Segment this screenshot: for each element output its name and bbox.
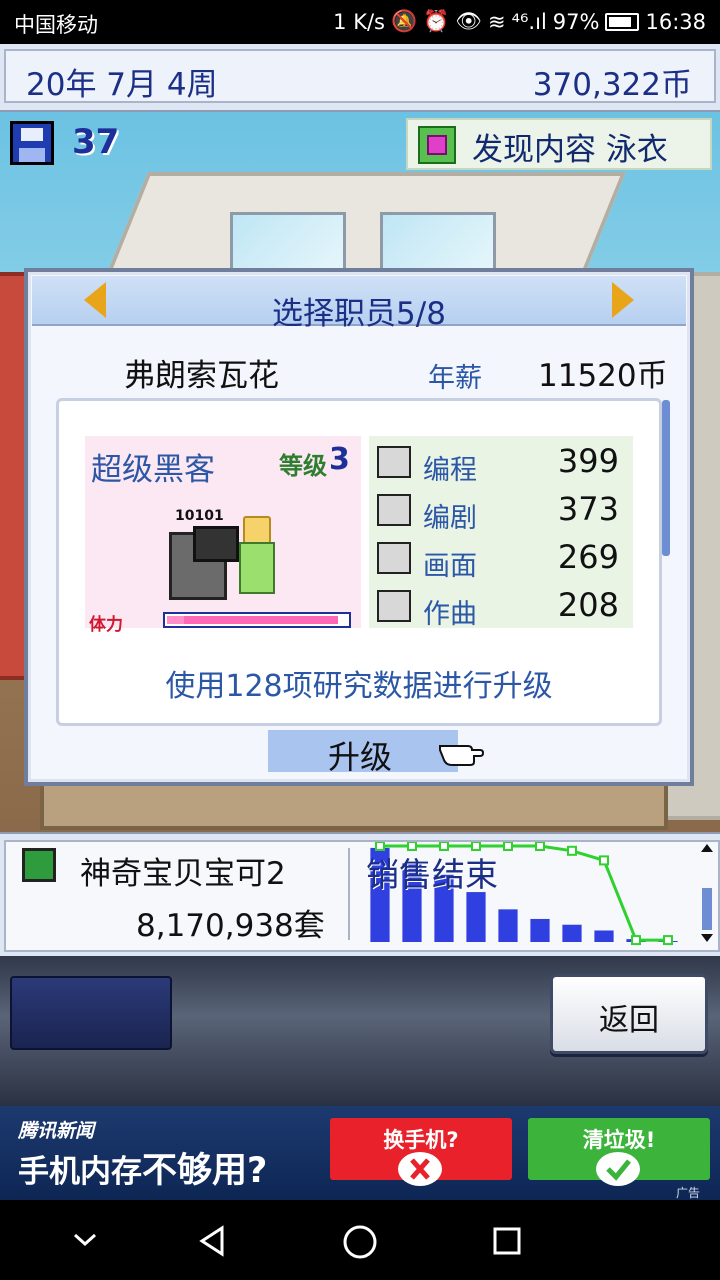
alarm-icon: ⏰ bbox=[423, 9, 450, 33]
select-staff-dialog: 选择职员5/8 弗朗索瓦花 年薪 11520币 超级黑客 等级 3 10101 … bbox=[24, 268, 694, 786]
blank-menu-button[interactable] bbox=[10, 976, 172, 1050]
game-date: 20年 7月 4周 bbox=[26, 67, 218, 103]
mute-icon: 🔕 bbox=[391, 9, 418, 33]
stat-value: 208 bbox=[557, 586, 619, 624]
upgrade-note: 使用128项研究数据进行升级 bbox=[165, 669, 553, 704]
monitor-icon bbox=[193, 526, 239, 562]
staff-avatar bbox=[235, 516, 275, 596]
money-display: 370,322币 bbox=[532, 67, 692, 103]
game-sales-units: 8,170,938套 bbox=[136, 908, 325, 944]
level-label: 等级 bbox=[279, 452, 327, 480]
sales-line-point bbox=[599, 855, 609, 866]
sales-bar bbox=[530, 918, 550, 942]
stat-label: 作曲 bbox=[423, 599, 477, 630]
binary-text: 10101 bbox=[175, 508, 224, 524]
check-icon bbox=[596, 1152, 640, 1186]
close-x-icon bbox=[398, 1152, 442, 1186]
staff-name: 弗朗索瓦花 bbox=[124, 358, 279, 394]
status-icons: 1 K/s 🔕 ⏰ 👁 ≋ ⁴⁶.ıl 97% 16:38 bbox=[333, 9, 706, 34]
game-title: 神奇宝贝宝可2 bbox=[80, 856, 286, 892]
ad-button2-label: 清垃圾! bbox=[582, 1128, 656, 1152]
upgrade-button[interactable]: 升级 bbox=[268, 730, 458, 776]
carrier-label: 中国移动 bbox=[14, 13, 98, 37]
sales-bar bbox=[594, 930, 614, 942]
panel-scrollbar[interactable] bbox=[662, 400, 670, 556]
back-button-label: 返回 bbox=[599, 1003, 659, 1038]
computer-icon bbox=[377, 446, 411, 478]
salary-label: 年薪 bbox=[428, 363, 482, 394]
salary-value: 11520币 bbox=[538, 358, 668, 394]
stat-row: 画面 269 bbox=[373, 536, 631, 582]
ad-headline-prefix: 手机内存 bbox=[18, 1154, 142, 1190]
sales-status-label: 销售结束 bbox=[366, 855, 498, 894]
save-count: 37 bbox=[72, 122, 120, 162]
battery-icon bbox=[605, 12, 640, 31]
ad-headline: 手机内存不够用? bbox=[18, 1142, 267, 1193]
stamina-label: 体力 bbox=[89, 615, 123, 635]
sales-bar bbox=[562, 924, 582, 942]
net-speed: 1 K/s bbox=[333, 9, 385, 34]
sales-line-point bbox=[535, 842, 545, 851]
ad-clean-button[interactable]: 清垃圾! bbox=[528, 1118, 710, 1186]
discovery-banner: 发现内容 泳衣 bbox=[406, 118, 712, 170]
home-circle-icon[interactable] bbox=[342, 1224, 378, 1260]
sales-line-point bbox=[503, 842, 513, 851]
gem-icon bbox=[418, 126, 456, 164]
stamina-fill bbox=[167, 616, 338, 624]
sales-scrollbar[interactable] bbox=[698, 842, 716, 944]
job-card: 超级黑客 等级 3 10101 体力 bbox=[85, 436, 361, 635]
book-icon bbox=[377, 494, 411, 526]
ad-button1-label: 换手机? bbox=[383, 1128, 459, 1152]
sales-bar bbox=[498, 909, 518, 942]
sales-line-point bbox=[631, 935, 641, 946]
save-disk-icon[interactable] bbox=[10, 121, 54, 165]
status-bar: 中国移动 1 K/s 🔕 ⏰ 👁 ≋ ⁴⁶.ıl 97% 16:38 bbox=[0, 0, 720, 44]
ad-headline-emphasis: 不够用? bbox=[142, 1151, 268, 1191]
palette-icon bbox=[377, 542, 411, 574]
stat-value: 373 bbox=[557, 490, 619, 528]
chevron-down-icon[interactable] bbox=[70, 1224, 100, 1254]
stat-row: 编剧 373 bbox=[373, 488, 631, 534]
clock: 16:38 bbox=[645, 9, 706, 34]
ad-change-phone-button[interactable]: 换手机? bbox=[330, 1118, 512, 1186]
stat-value: 399 bbox=[557, 442, 619, 480]
stat-row: 作曲 208 bbox=[373, 584, 631, 630]
pointing-hand-icon bbox=[439, 745, 484, 766]
stat-label: 画面 bbox=[423, 551, 477, 582]
ad-tag: 广告 bbox=[676, 1186, 701, 1200]
stat-label: 编程 bbox=[423, 455, 477, 486]
android-nav-bar bbox=[0, 1200, 720, 1280]
ad-brand: 腾讯新闻 bbox=[18, 1120, 95, 1142]
stat-row: 编程 399 bbox=[373, 440, 631, 486]
staff-detail-panel: 超级黑客 等级 3 10101 体力 编程 399 编剧 373 画面 269 作曲 208 … bbox=[56, 398, 662, 726]
back-button[interactable]: 返回 bbox=[550, 974, 708, 1054]
job-title: 超级黑客 bbox=[91, 452, 215, 488]
signal-icon: ⁴⁶.ıl bbox=[511, 9, 547, 34]
discovery-text: 发现内容 泳衣 bbox=[472, 132, 668, 168]
eye-icon: 👁 bbox=[455, 9, 482, 33]
game-header-frame: 20年 7月 4周 370,322币 bbox=[4, 49, 716, 103]
dialog-title: 选择职员5/8 bbox=[272, 296, 446, 332]
game-header: 20年 7月 4周 370,322币 bbox=[0, 44, 720, 113]
game-cartridge-icon bbox=[22, 848, 56, 882]
sales-bar bbox=[466, 892, 486, 942]
level-value: 3 bbox=[329, 442, 350, 477]
sales-line-point bbox=[567, 845, 577, 856]
upgrade-button-label: 升级 bbox=[328, 738, 393, 776]
sales-line-point bbox=[663, 935, 673, 946]
wifi-icon: ≋ bbox=[487, 9, 506, 34]
back-triangle-icon[interactable] bbox=[196, 1224, 230, 1258]
sales-divider bbox=[348, 848, 350, 940]
stats-panel: 编程 399 编剧 373 画面 269 作曲 208 bbox=[369, 436, 633, 630]
trumpet-icon bbox=[377, 590, 411, 622]
recent-apps-icon[interactable] bbox=[490, 1224, 524, 1258]
battery-level: 97% bbox=[552, 9, 600, 34]
stat-label: 编剧 bbox=[423, 503, 477, 534]
stamina-bar bbox=[163, 612, 351, 628]
stat-value: 269 bbox=[557, 538, 619, 576]
